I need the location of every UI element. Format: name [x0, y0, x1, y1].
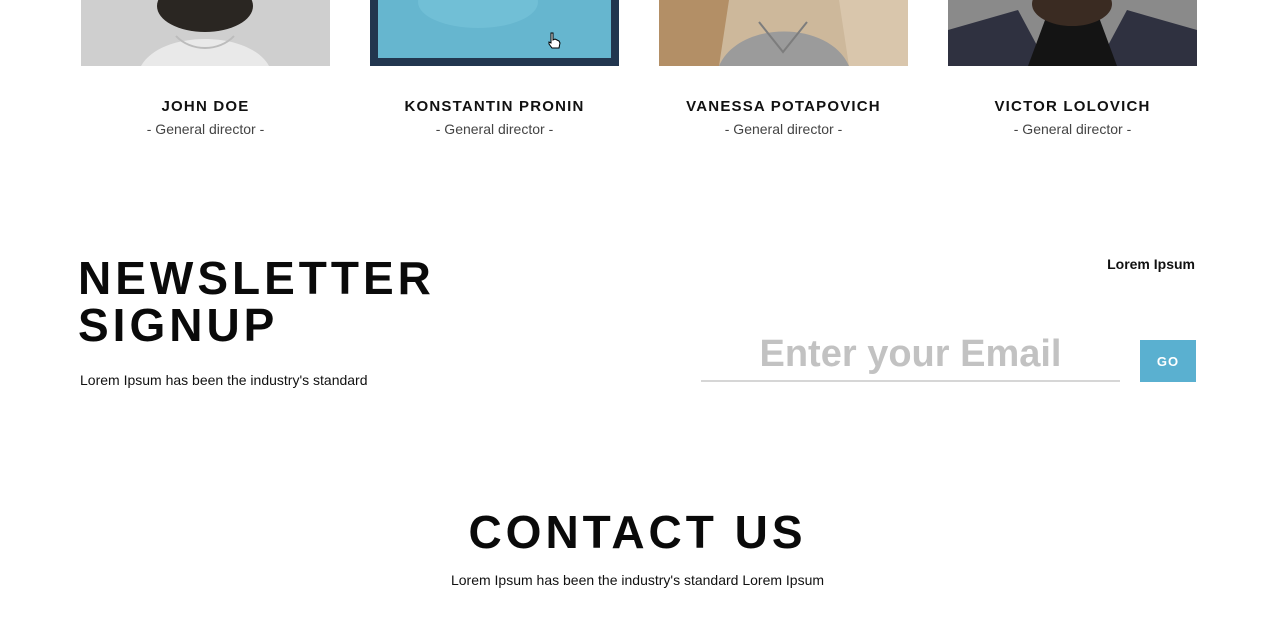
person-photo-icon: [659, 0, 908, 66]
go-button[interactable]: GO: [1140, 340, 1196, 382]
team-member-name: VICTOR LOLOVICH: [994, 98, 1151, 115]
team-member-role: - General director -: [146, 121, 265, 137]
person-photo-icon: [81, 0, 330, 66]
contact-title: CONTACT US: [468, 506, 807, 558]
newsletter-title-line2: SIGNUP: [78, 299, 279, 351]
team-photo[interactable]: [370, 0, 619, 66]
team-member-name: KONSTANTIN PRONIN: [404, 98, 585, 115]
newsletter-title: NEWSLETTER SIGNUP: [78, 255, 435, 349]
newsletter-title-line1: NEWSLETTER: [78, 252, 435, 304]
newsletter-side-text: Lorem Ipsum: [1107, 256, 1195, 272]
team-card-vanessa-potapovich[interactable]: VANESSA POTAPOVICH - General director -: [659, 0, 908, 137]
overlay-shape: [418, 0, 538, 28]
team-member-role: - General director -: [435, 121, 554, 137]
team-member-role: - General director -: [1013, 121, 1132, 137]
email-input[interactable]: [701, 328, 1120, 382]
team-member-name: JOHN DOE: [161, 98, 250, 115]
team-member-name: VANESSA POTAPOVICH: [686, 98, 881, 115]
team-card-konstantin-pronin[interactable]: KONSTANTIN PRONIN - General director -: [370, 0, 619, 137]
contact-subtitle: Lorem Ipsum has been the industry's stan…: [450, 572, 825, 588]
team-card-victor-lolovich[interactable]: VICTOR LOLOVICH - General director -: [948, 0, 1197, 137]
team-member-role: - General director -: [724, 121, 843, 137]
newsletter-subtitle: Lorem Ipsum has been the industry's stan…: [80, 372, 368, 388]
hover-overlay[interactable]: [378, 0, 611, 58]
team-card-john-doe[interactable]: JOHN DOE - General director -: [81, 0, 330, 137]
team-photo[interactable]: [81, 0, 330, 66]
hand-cursor-icon: [548, 32, 561, 49]
team-photo[interactable]: [948, 0, 1197, 66]
person-photo-icon: [948, 0, 1197, 66]
team-photo[interactable]: [659, 0, 908, 66]
